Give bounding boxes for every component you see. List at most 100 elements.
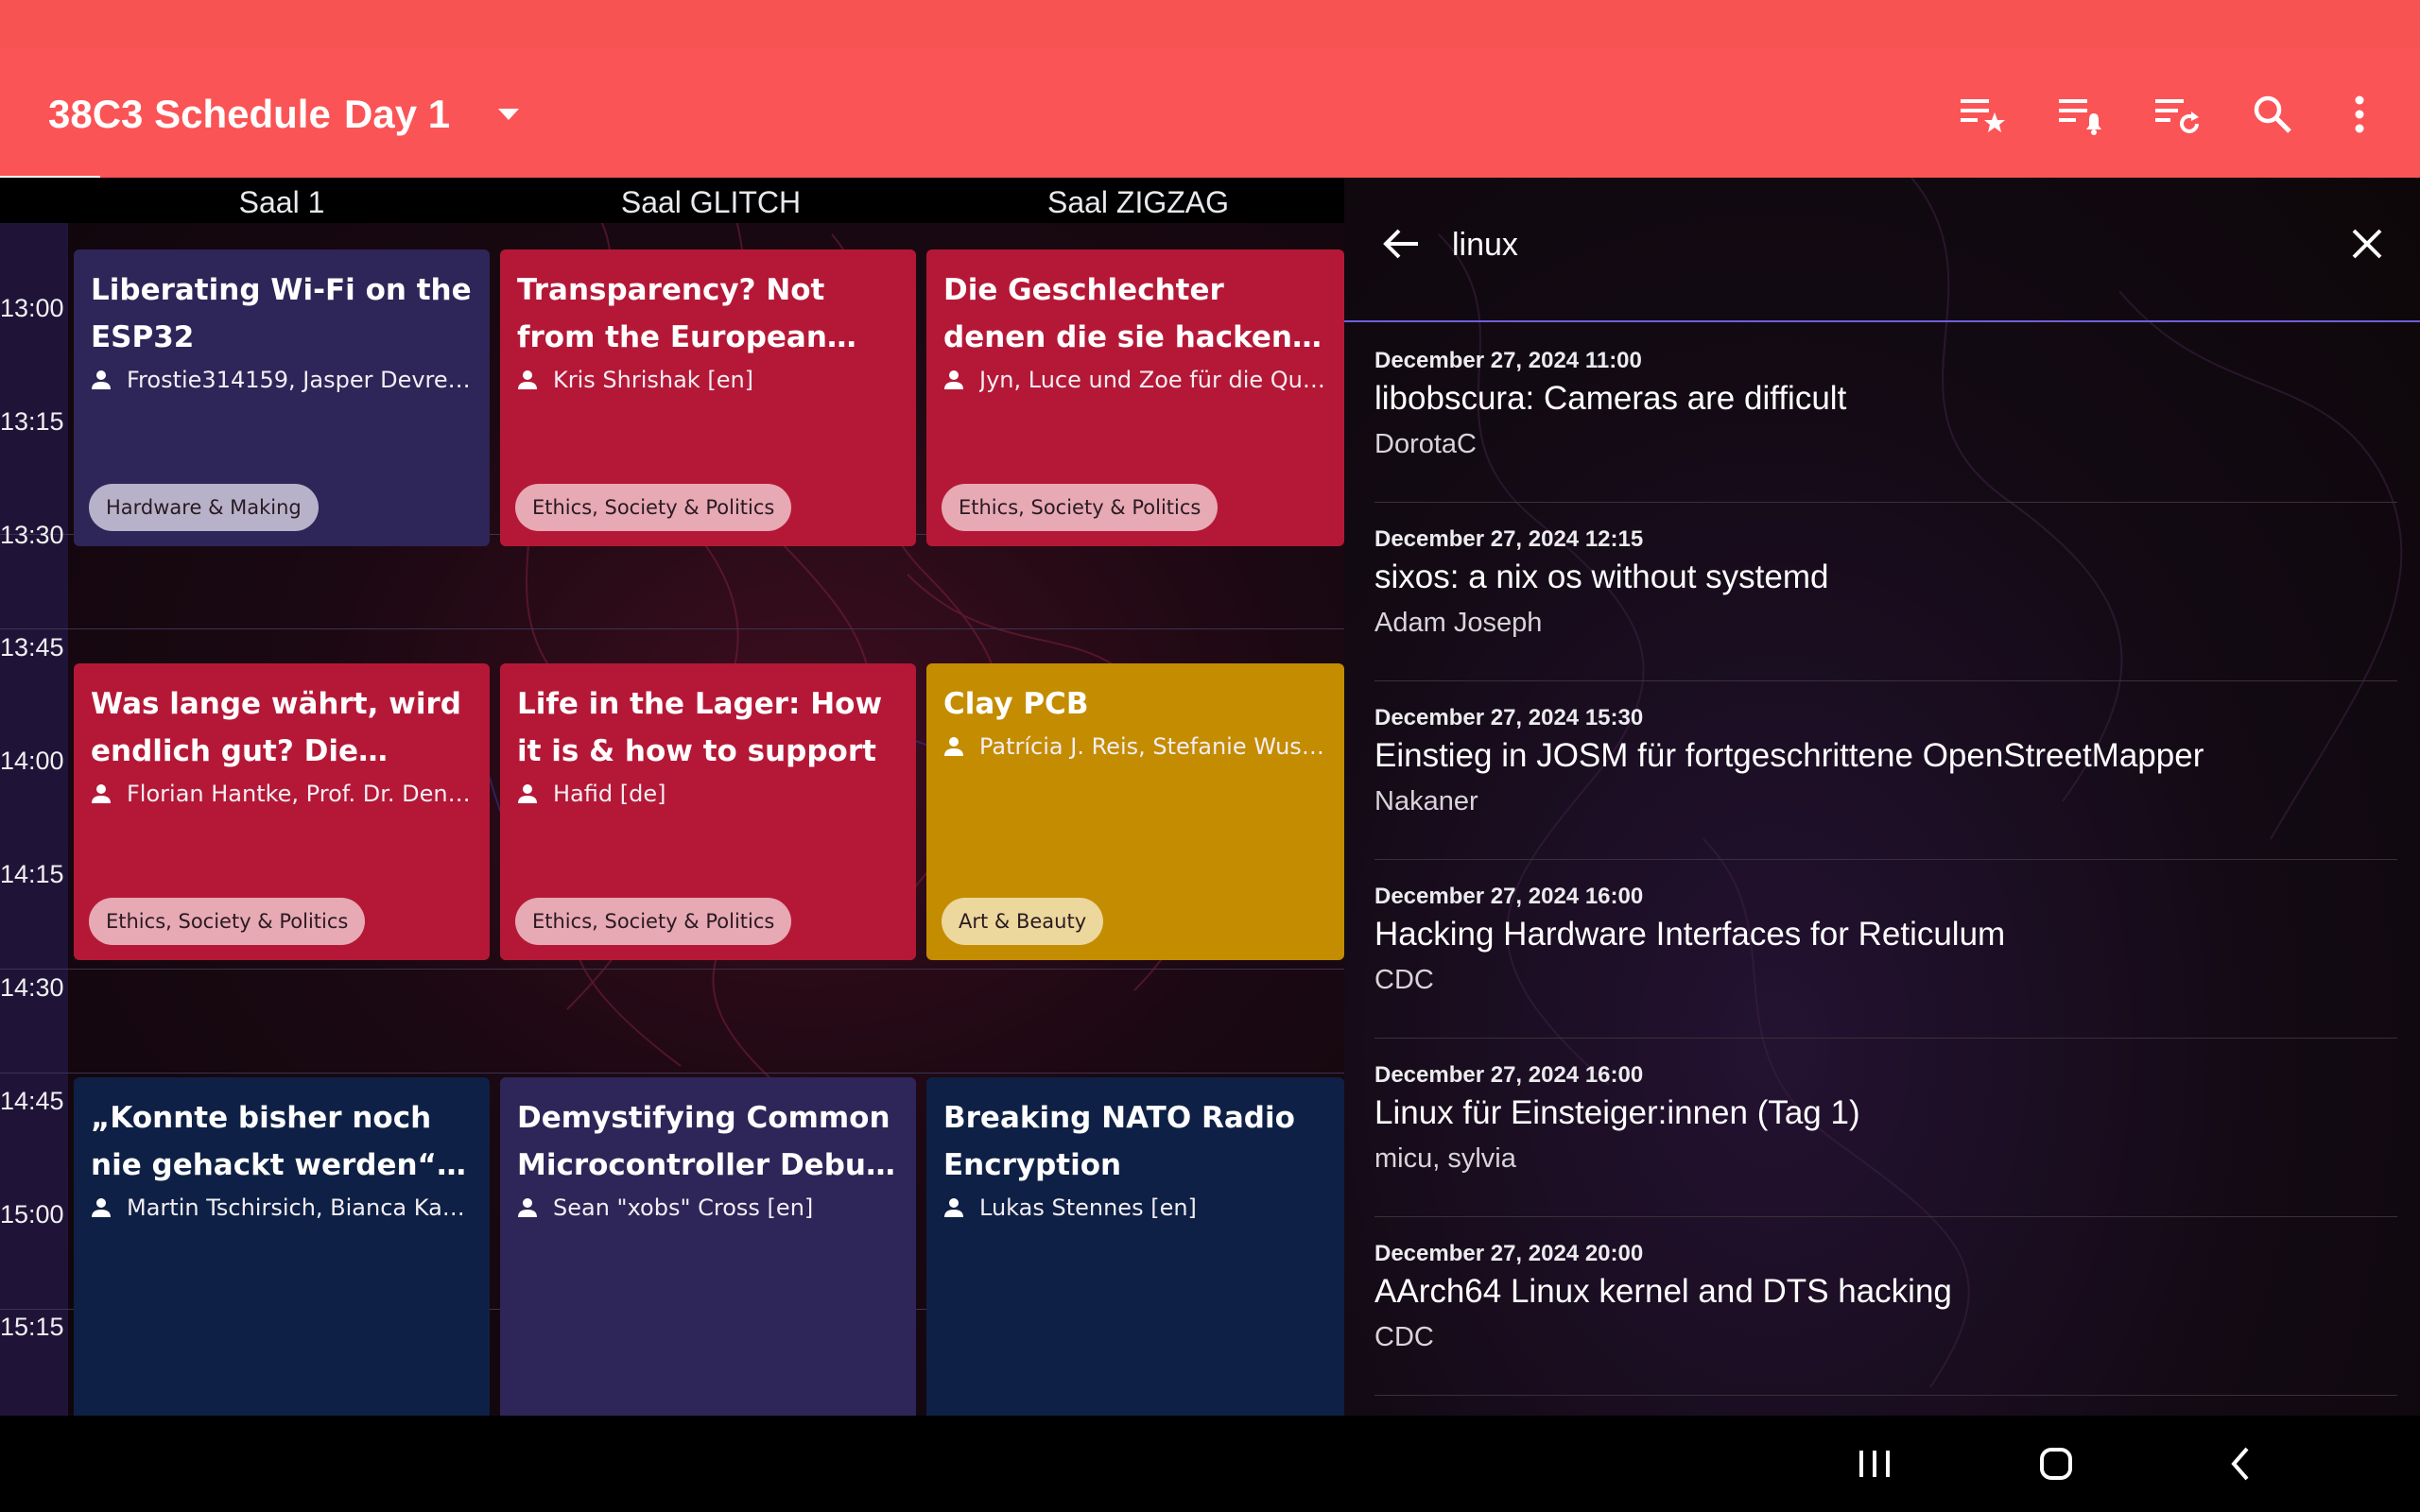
time-label: 13:30 — [0, 521, 64, 549]
search-result[interactable]: December 27, 2024 16:00 Hacking Hardware… — [1374, 861, 2397, 1039]
search-result[interactable]: December 27, 2024 16:00 Linux für Einste… — [1374, 1040, 2397, 1217]
track-badge: Ethics, Society & Politics — [515, 898, 792, 945]
grid-line — [0, 628, 1344, 629]
speaker-names: Martin Tschirsich, Bianca Kastl [de] — [127, 1194, 473, 1221]
room-header: Saal 1 Saal GLITCH Saal ZIGZAG — [0, 178, 1344, 223]
session-title: Demystifying Common Microcontroller Debu… — [517, 1101, 890, 1182]
alarms-list-icon[interactable] — [2053, 86, 2110, 143]
dropdown-arrow-icon[interactable] — [496, 105, 521, 124]
search-result[interactable]: December 27, 2024 12:15 sixos: a nix os … — [1374, 504, 2397, 681]
person-icon — [92, 1198, 111, 1217]
time-label: 13:15 — [0, 407, 64, 436]
speaker-names: Frostie314159, Jasper Devreker [en] — [127, 367, 473, 393]
refresh-schedule-icon[interactable] — [2150, 86, 2206, 143]
result-speakers: Adam Joseph — [1374, 608, 1543, 638]
session-title: Liberating Wi-Fi on the ESP32 — [91, 273, 472, 354]
session-speakers: Florian Hantke, Prof. Dr. Dennis Kipker — [91, 781, 473, 807]
session-title: Clay PCB — [943, 687, 1089, 721]
person-icon — [518, 784, 537, 803]
result-date: December 27, 2024 20:00 — [1374, 1241, 1644, 1266]
back-nav-icon[interactable] — [2212, 1440, 2269, 1487]
session-card[interactable]: Transparency? Not from the European Comm… — [500, 249, 916, 546]
session-speakers: Hafid [de] — [517, 781, 899, 807]
search-underline — [1344, 320, 2420, 322]
session-speakers: Jyn, Luce und Zoe für die Queeren — [943, 367, 1327, 393]
room-saal-1: Saal 1 — [238, 185, 325, 219]
search-result[interactable]: December 27, 2024 15:30 Einstieg in JOSM… — [1374, 682, 2397, 860]
result-title: Hacking Hardware Interfaces for Reticulu… — [1374, 916, 2006, 953]
speaker-names: Hafid [de] — [553, 781, 666, 807]
session-card[interactable]: Breaking NATO Radio Encryption Lukas Ste… — [926, 1077, 1344, 1416]
person-icon — [944, 370, 963, 389]
person-icon — [518, 1198, 537, 1217]
more-options-icon[interactable] — [2331, 86, 2388, 143]
result-date: December 27, 2024 16:00 — [1374, 884, 1644, 909]
status-bar — [0, 0, 2420, 48]
session-card[interactable]: „Konnte bisher noch nie gehackt werden“:… — [74, 1077, 490, 1416]
session-speakers: Patrícia J. Reis, Stefanie Wuschitz — [943, 733, 1327, 760]
session-speakers: Kris Shrishak [en] — [517, 367, 899, 393]
session-card[interactable]: Liberating Wi-Fi on the ESP32 Frostie314… — [74, 249, 490, 546]
result-title: Einstieg in JOSM für fortgeschrittene Op… — [1374, 737, 2204, 774]
room-saal-glitch: Saal GLITCH — [620, 185, 802, 219]
track-badge: Art & Beauty — [942, 898, 1104, 945]
person-icon — [92, 370, 111, 389]
day-selector[interactable]: Day 1 — [344, 92, 450, 137]
time-label: 14:00 — [0, 747, 64, 775]
app-bar: 38C3 Schedule Day 1 — [0, 48, 2420, 178]
session-card[interactable]: Clay PCB Patrícia J. Reis, Stefanie Wusc… — [926, 663, 1344, 960]
result-speakers: DorotaC — [1374, 429, 1477, 459]
recent-apps-icon[interactable] — [1846, 1440, 1903, 1487]
session-card[interactable]: Demystifying Common Microcontroller Debu… — [500, 1077, 916, 1416]
session-speakers: Sean "xobs" Cross [en] — [517, 1194, 899, 1221]
result-title: Linux für Einsteiger:innen (Tag 1) — [1374, 1094, 1860, 1131]
speaker-names: Patrícia J. Reis, Stefanie Wuschitz — [979, 733, 1327, 760]
time-label: 14:15 — [0, 860, 64, 888]
session-title: Breaking NATO Radio Encryption — [943, 1101, 1295, 1182]
track-badge: Ethics, Society & Politics — [515, 484, 792, 531]
session-title: Transparency? Not from the European Comm… — [517, 273, 827, 354]
session-card[interactable]: Die Geschlechter denen die sie hacken: S… — [926, 249, 1344, 546]
time-column — [0, 223, 68, 1416]
room-saal-zigzag: Saal ZIGZAG — [1046, 185, 1230, 219]
result-title: sixos: a nix os without systemd — [1374, 558, 1829, 595]
time-label: 13:45 — [0, 633, 64, 662]
search-result[interactable]: December 27, 2024 20:00 AArch64 Linux ke… — [1374, 1218, 2397, 1396]
time-label: 15:15 — [0, 1313, 64, 1341]
result-date: December 27, 2024 15:30 — [1374, 705, 1644, 730]
favorites-list-icon[interactable] — [1955, 86, 2012, 143]
result-speakers: CDC — [1374, 1322, 1434, 1352]
speaker-names: Jyn, Luce und Zoe für die Queeren — [979, 367, 1327, 393]
result-speakers: CDC — [1374, 965, 1434, 995]
grid-line — [0, 1073, 1344, 1074]
result-speakers: Nakaner — [1374, 786, 1478, 816]
close-icon[interactable] — [2346, 223, 2388, 265]
person-icon — [944, 737, 963, 756]
search-result[interactable]: December 27, 2024 11:00 libobscura: Came… — [1374, 325, 2397, 503]
time-label: 14:30 — [0, 973, 64, 1002]
speaker-names: Kris Shrishak [en] — [553, 367, 754, 393]
session-title: „Konnte bisher noch nie gehackt werden“:… — [91, 1101, 449, 1182]
schedule-grid: Saal 1 Saal GLITCH Saal ZIGZAG 13:00 13:… — [0, 178, 1344, 1416]
search-icon[interactable] — [2244, 86, 2301, 143]
result-date: December 27, 2024 12:15 — [1374, 526, 1644, 552]
speaker-names: Lukas Stennes [en] — [979, 1194, 1197, 1221]
session-card[interactable]: Was lange währt, wird endlich gut? Die M… — [74, 663, 490, 960]
result-date: December 27, 2024 11:00 — [1374, 348, 1642, 373]
session-card[interactable]: Life in the Lager: How it is & how to su… — [500, 663, 916, 960]
track-badge: Hardware & Making — [89, 484, 319, 531]
session-title: Life in the Lager: How it is & how to su… — [517, 687, 883, 768]
person-icon — [92, 784, 111, 803]
person-icon — [518, 370, 537, 389]
speaker-names: Sean "xobs" Cross [en] — [553, 1194, 814, 1221]
session-title: Die Geschlechter denen die sie hacken: S… — [943, 273, 1305, 354]
grid-line — [0, 969, 1344, 970]
back-arrow-icon[interactable] — [1378, 221, 1424, 266]
result-title: libobscura: Cameras are difficult — [1374, 380, 1847, 417]
search-header — [1344, 178, 2420, 319]
home-icon[interactable] — [2028, 1440, 2084, 1487]
session-speakers: Frostie314159, Jasper Devreker [en] — [91, 367, 473, 393]
search-input[interactable] — [1450, 215, 2191, 274]
time-label: 15:00 — [0, 1200, 64, 1228]
search-panel: December 27, 2024 11:00 libobscura: Came… — [1344, 178, 2420, 1416]
